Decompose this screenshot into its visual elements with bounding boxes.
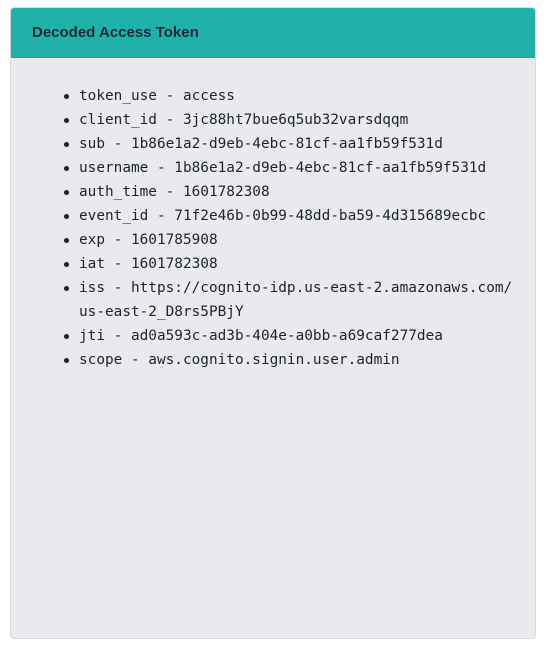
claim-username: username - 1b86e1a2-d9eb-4ebc-81cf-aa1fb…	[64, 156, 515, 180]
claim-auth-time: auth_time - 1601782308	[64, 180, 515, 204]
card-title: Decoded Access Token	[32, 24, 199, 41]
claim-scope: scope - aws.cognito.signin.user.admin	[64, 348, 515, 372]
token-claims-list: token_use - access client_id - 3jc88ht7b…	[11, 84, 515, 372]
claim-exp: exp - 1601785908	[64, 228, 515, 252]
card-body: token_use - access client_id - 3jc88ht7b…	[11, 58, 535, 372]
claim-client-id: client_id - 3jc88ht7bue6q5ub32varsdqqm	[64, 108, 515, 132]
card-header: Decoded Access Token	[11, 8, 535, 58]
claim-iat: iat - 1601782308	[64, 252, 515, 276]
decoded-token-card: Decoded Access Token token_use - access …	[10, 7, 536, 639]
claim-iss: iss - https://cognito-idp.us-east-2.amaz…	[64, 276, 515, 324]
claim-sub: sub - 1b86e1a2-d9eb-4ebc-81cf-aa1fb59f53…	[64, 132, 515, 156]
claim-token-use: token_use - access	[64, 84, 515, 108]
claim-jti: jti - ad0a593c-ad3b-404e-a0bb-a69caf277d…	[64, 324, 515, 348]
claim-event-id: event_id - 71f2e46b-0b99-48dd-ba59-4d315…	[64, 204, 515, 228]
